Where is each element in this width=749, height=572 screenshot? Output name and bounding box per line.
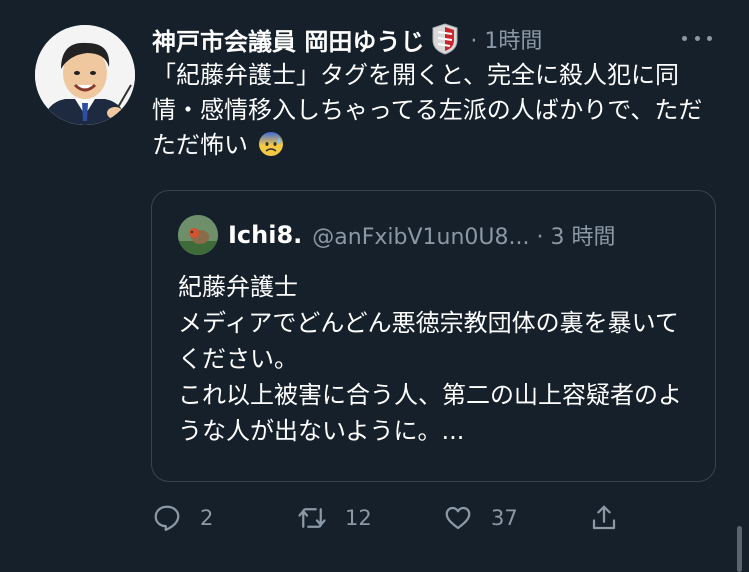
share-button[interactable] [589, 498, 619, 538]
retweet-button[interactable]: 12 [297, 498, 372, 538]
tweet-text: 「紀藤弁護士」タグを開くと、完全に殺人犯に同情・感情移入しちゃってる左派の人ばか… [152, 58, 722, 163]
quoted-header: Ichi8. @anFxibV1un0U8... · 3 時間 [228, 217, 615, 253]
quoted-tweet[interactable]: Ichi8. @anFxibV1un0U8... · 3 時間 紀藤弁護士 メデ… [151, 190, 716, 482]
retweet-count: 12 [345, 506, 372, 530]
author-avatar[interactable] [35, 25, 135, 125]
tweet-body: 「紀藤弁護士」タグを開くと、完全に殺人犯に同情・感情移入しちゃってる左派の人ばか… [152, 61, 703, 159]
reply-button[interactable]: 2 [152, 498, 213, 538]
share-icon [592, 505, 616, 530]
quoted-author-name[interactable]: Ichi8. [228, 221, 302, 249]
tweet-header: 神戸市会議員 岡田ゆうじ · 1時間 [152, 22, 542, 56]
scrollbar[interactable] [737, 526, 742, 572]
dot [682, 35, 687, 41]
verified-shield-icon [430, 22, 460, 56]
heart-icon [445, 506, 471, 530]
like-count: 37 [491, 506, 518, 530]
dot [694, 35, 700, 41]
anxious-face-emoji-icon [258, 131, 284, 157]
more-options-icon[interactable] [682, 28, 712, 48]
reply-count: 2 [200, 506, 214, 530]
dot [707, 35, 712, 41]
tweet-time[interactable]: · 1時間 [470, 23, 542, 55]
action-bar: 2 12 37 [152, 498, 632, 538]
like-button[interactable]: 37 [443, 498, 518, 538]
quoted-handle-time: @anFxibV1un0U8... · 3 時間 [312, 225, 616, 250]
reply-icon [154, 505, 180, 531]
retweet-icon [298, 508, 326, 528]
quoted-author-avatar[interactable] [178, 215, 218, 255]
author-name[interactable]: 神戸市会議員 岡田ゆうじ [152, 22, 424, 57]
quoted-text: 紀藤弁護士 メディアでどんどん悪徳宗教団体の裏を暴いてください。 これ以上被害に… [178, 273, 682, 445]
